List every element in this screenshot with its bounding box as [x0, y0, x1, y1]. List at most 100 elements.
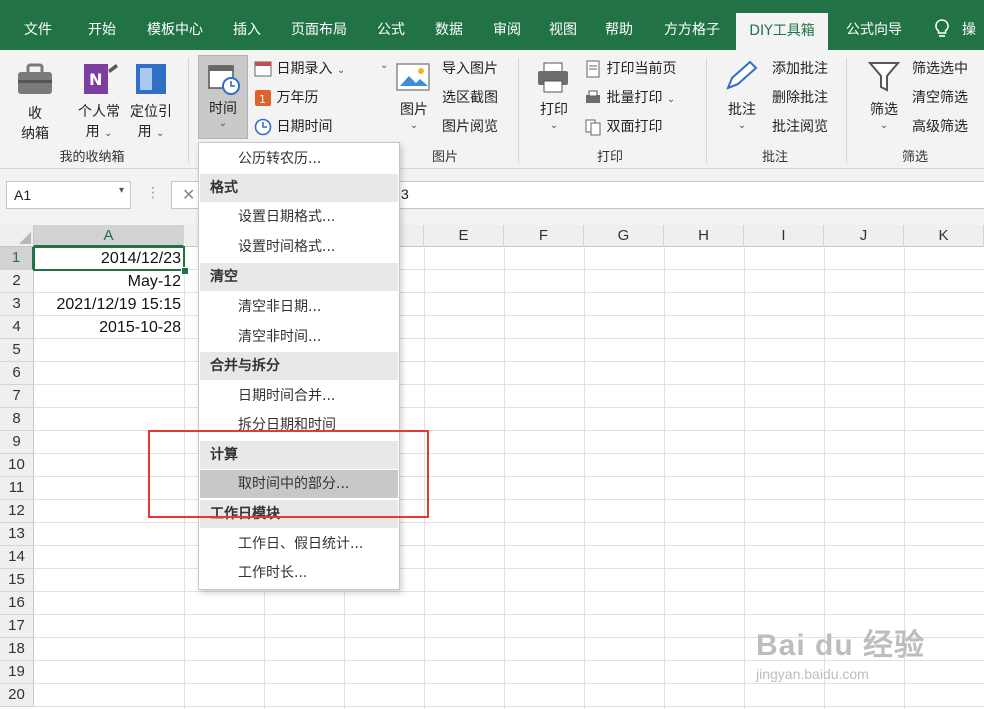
filter-button[interactable]: 筛选 ⌄ [862, 58, 906, 131]
row-header-13[interactable]: 13 [0, 523, 34, 546]
advanced-filter-button[interactable]: 高级筛选 [912, 116, 968, 136]
tab-fangfang[interactable]: 方方格子 [654, 0, 730, 50]
storage-box-button[interactable]: 收纳箱 [14, 60, 56, 144]
calendar-clock-icon [208, 65, 240, 95]
row-header-4[interactable]: 4 [0, 316, 34, 339]
row-header-18[interactable]: 18 [0, 638, 34, 661]
column-header-e[interactable]: E [424, 225, 504, 247]
select-all-corner[interactable] [0, 225, 34, 247]
delete-comment-button[interactable]: 删除批注 [772, 87, 828, 107]
column-header-j[interactable]: J [824, 225, 904, 247]
row-header-14[interactable]: 14 [0, 546, 34, 569]
clear-filter-button[interactable]: 清空筛选 [912, 87, 968, 107]
date-grid-icon [254, 61, 272, 77]
cancel-icon[interactable]: ✕ [182, 185, 195, 204]
tab-help[interactable]: 帮助 [594, 0, 644, 50]
menu-item-set-time-format[interactable]: 设置时间格式... [200, 233, 398, 261]
column-header-k[interactable]: K [904, 225, 984, 247]
filter-selected-button[interactable]: 筛选选中 [912, 58, 968, 78]
comment-button[interactable]: 批注 ⌄ [720, 58, 764, 131]
funnel-icon [867, 62, 901, 92]
menu-item-workday-stats[interactable]: 工作日、假日统计... [200, 530, 398, 558]
menu-item-work-duration[interactable]: 工作时长... [200, 559, 398, 587]
clock-icon [254, 118, 272, 136]
print-button[interactable]: 打印 ⌄ [534, 60, 574, 131]
column-header-h[interactable]: H [664, 225, 744, 247]
cell-a3[interactable]: 2021/12/19 15:15 [36, 294, 181, 316]
row-header-11[interactable]: 11 [0, 477, 34, 500]
time-button[interactable]: 时间 ⌄ [198, 55, 248, 139]
date-time-button[interactable]: 日期时间 [254, 116, 332, 136]
locate-panel-icon [136, 64, 166, 94]
tab-home[interactable]: 开始 [74, 0, 130, 50]
date-entry-button[interactable]: 日期录入 ⌄ [254, 58, 345, 78]
chevron-down-icon[interactable]: ▾ [119, 185, 124, 196]
tab-page-layout[interactable]: 页面布局 [282, 0, 356, 50]
tab-formulas[interactable]: 公式 [366, 0, 416, 50]
printer-icon [538, 62, 568, 93]
row-header-20[interactable]: 20 [0, 684, 34, 707]
tab-template-center[interactable]: 模板中心 [138, 0, 212, 50]
tab-operate[interactable]: 操 [962, 0, 984, 50]
picture-button[interactable]: 图片 ⌄ [394, 60, 434, 131]
row-header-5[interactable]: 5 [0, 339, 34, 362]
picture-browse-button[interactable]: 图片阅览 [442, 116, 498, 136]
column-header-g[interactable]: G [584, 225, 664, 247]
lightbulb-icon[interactable] [930, 0, 954, 50]
row-header-16[interactable]: 16 [0, 592, 34, 615]
add-comment-button[interactable]: 添加批注 [772, 58, 828, 78]
cell-a1[interactable]: 2014/12/23 [36, 248, 181, 270]
browse-comment-button[interactable]: 批注阅览 [772, 116, 828, 136]
import-picture-button[interactable]: 导入图片 [442, 58, 498, 78]
fill-handle[interactable] [181, 267, 189, 275]
cell-a4[interactable]: 2015-10-28 [36, 317, 181, 339]
row-header-7[interactable]: 7 [0, 385, 34, 408]
menu-item-merge-date-time[interactable]: 日期时间合并... [200, 382, 398, 410]
name-box[interactable]: A1 ▾ [6, 181, 131, 209]
tab-insert[interactable]: 插入 [222, 0, 272, 50]
row-header-8[interactable]: 8 [0, 408, 34, 431]
tab-review[interactable]: 审阅 [482, 0, 532, 50]
duplex-print-button[interactable]: 双面打印 [584, 116, 662, 136]
menu-item-clear-non-date[interactable]: 清空非日期... [200, 293, 398, 321]
drag-handle-icon[interactable]: ⋮ [146, 185, 160, 201]
row-header-17[interactable]: 17 [0, 615, 34, 638]
red-calendar-icon: 1 [255, 90, 271, 106]
row-header-9[interactable]: 9 [0, 431, 34, 454]
row-header-10[interactable]: 10 [0, 454, 34, 477]
ribbon: 收纳箱 N 个人常用 ⌄ 定位引用 ⌄ 我的收纳箱 时间 ⌄ 日期录入 ⌄ 1 … [0, 50, 984, 169]
print-current-page-button[interactable]: 打印当前页 [584, 58, 676, 78]
group-label-print: 打印 [596, 150, 623, 165]
cell-a2[interactable]: May-12 [36, 271, 181, 293]
row-header-12[interactable]: 12 [0, 500, 34, 523]
column-header-i[interactable]: I [744, 225, 824, 247]
row-header-2[interactable]: 2 [0, 270, 34, 293]
locate-reference-button[interactable]: 定位引用 ⌄ [126, 60, 176, 144]
row-header-6[interactable]: 6 [0, 362, 34, 385]
column-header-a[interactable]: A [34, 225, 184, 247]
personal-common-button[interactable]: N 个人常用 ⌄ [74, 60, 124, 144]
column-header-f[interactable]: F [504, 225, 584, 247]
menu-item-lunar-convert[interactable]: 公历转农历... [200, 145, 398, 173]
row-header-3[interactable]: 3 [0, 293, 34, 316]
row-header-1[interactable]: 1 [0, 247, 34, 270]
toolbox-icon [18, 63, 52, 94]
tab-view[interactable]: 视图 [538, 0, 588, 50]
perpetual-calendar-button[interactable]: 1 万年历 [254, 87, 318, 107]
tab-formula-wizard[interactable]: 公式向导 [836, 0, 912, 50]
tab-diy-toolbox[interactable]: DIY工具箱 [736, 13, 828, 50]
chevron-down-icon[interactable]: ⌄ [380, 60, 388, 71]
batch-print-button[interactable]: 批量打印 ⌄ [584, 87, 675, 107]
menu-item-clear-non-time[interactable]: 清空非时间... [200, 323, 398, 351]
ribbon-tab-bar: 文件 开始 模板中心 插入 页面布局 公式 数据 审阅 视图 帮助 方方格子 D… [0, 0, 984, 50]
row-header-19[interactable]: 19 [0, 661, 34, 684]
menu-section-format: 格式 [200, 174, 398, 202]
tab-file[interactable]: 文件 [10, 0, 66, 50]
tab-data[interactable]: 数据 [424, 0, 474, 50]
area-screenshot-button[interactable]: 选区截图 [442, 87, 498, 107]
duplex-icon [585, 119, 601, 136]
batch-print-icon [586, 90, 600, 103]
pen-comment-icon [726, 60, 758, 90]
menu-item-set-date-format[interactable]: 设置日期格式... [200, 203, 398, 231]
row-header-15[interactable]: 15 [0, 569, 34, 592]
